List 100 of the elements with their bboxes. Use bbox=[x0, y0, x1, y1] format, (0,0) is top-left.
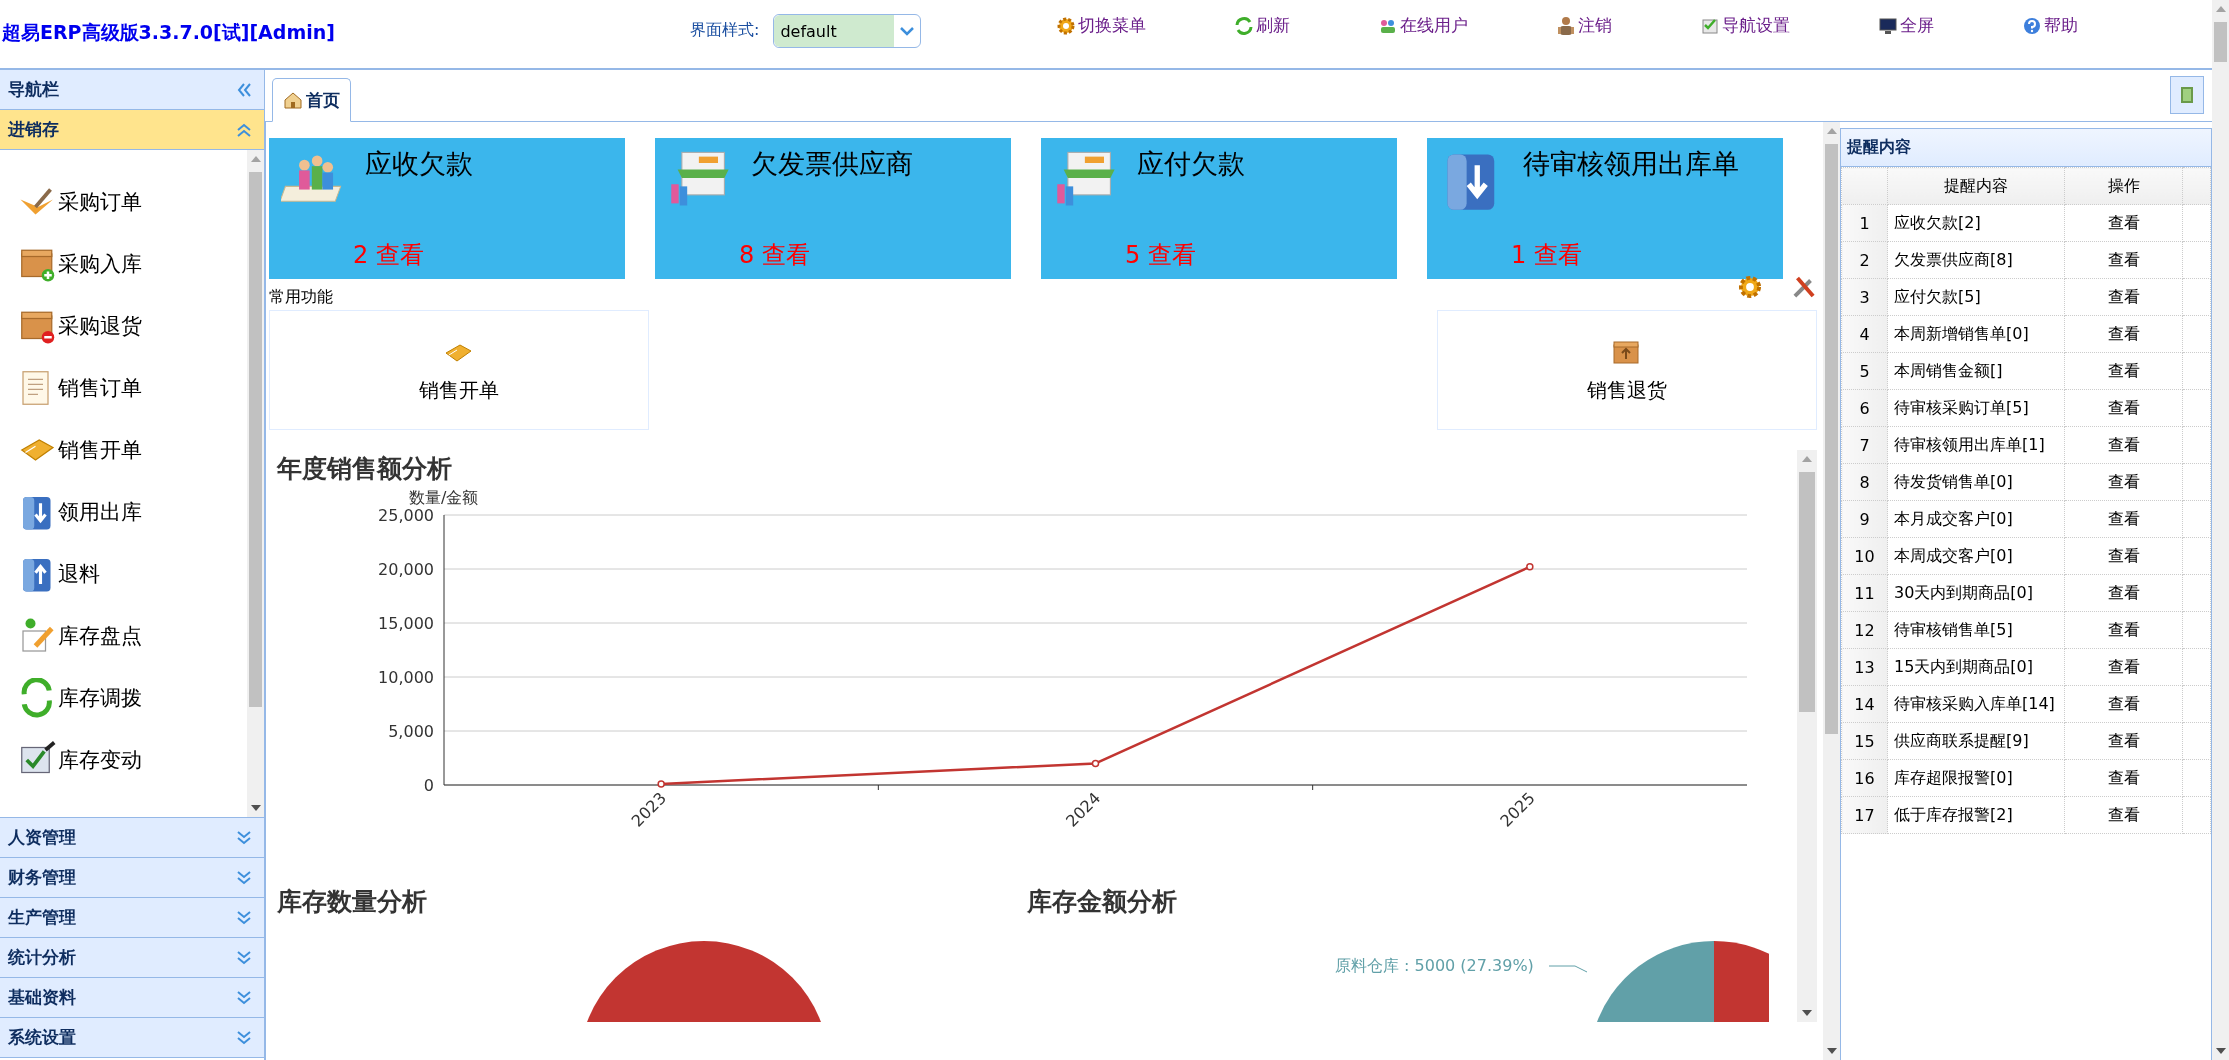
menu-item[interactable]: 库存盘点 bbox=[18, 614, 142, 658]
chevron-down-icon[interactable] bbox=[236, 989, 252, 1006]
column-header: 操作 bbox=[2064, 167, 2183, 205]
view-link[interactable]: 查看 bbox=[2107, 693, 2140, 713]
scroll-up-icon[interactable] bbox=[2215, 6, 2226, 12]
chevron-down-icon[interactable] bbox=[236, 1029, 252, 1046]
scrollbar-thumb[interactable] bbox=[249, 172, 262, 707]
scroll-down-icon[interactable] bbox=[1826, 1048, 1837, 1054]
scroll-up-icon[interactable] bbox=[250, 156, 261, 162]
scrollbar-thumb[interactable] bbox=[2214, 22, 2227, 62]
menu-item[interactable]: 采购订单 bbox=[18, 180, 142, 224]
shortcut-button[interactable]: 销售开单 bbox=[269, 310, 649, 430]
tab[interactable]: 首页 bbox=[272, 78, 351, 122]
collapse-icon[interactable] bbox=[236, 81, 252, 98]
card-title: 待审核领用出库单 bbox=[1523, 147, 1740, 181]
shortcut-button[interactable]: 销售退货 bbox=[1437, 310, 1817, 430]
view-link[interactable]: 查看 bbox=[2107, 286, 2140, 306]
row-number: 8 bbox=[1841, 463, 1888, 501]
chart-title: 年度销售额分析 bbox=[275, 453, 453, 485]
help-icon bbox=[2022, 15, 2043, 36]
scroll-down-icon[interactable] bbox=[1802, 1010, 1812, 1016]
section-title: 常用功能 bbox=[269, 287, 334, 308]
scroll-up-icon[interactable] bbox=[1802, 456, 1812, 462]
row-number: 14 bbox=[1841, 685, 1888, 723]
toolbar-button[interactable]: 全屏 bbox=[1878, 14, 1935, 37]
view-link[interactable]: 查看 bbox=[2107, 249, 2140, 269]
view-link[interactable]: 查看 bbox=[2107, 656, 2140, 676]
menu-item[interactable]: 销售开单 bbox=[18, 428, 142, 472]
section-header[interactable]: 进销存 bbox=[0, 110, 264, 150]
scrollbar[interactable] bbox=[2212, 0, 2229, 1060]
table-cell: 应收欠款[2] bbox=[1887, 204, 2065, 242]
gear-icon bbox=[1056, 15, 1077, 36]
scroll-down-icon[interactable] bbox=[2215, 1048, 2226, 1054]
section-header[interactable]: 基础资料 bbox=[0, 978, 264, 1018]
menu-item[interactable]: 库存调拨 bbox=[18, 676, 142, 720]
view-link[interactable]: 查看 bbox=[2107, 619, 2140, 639]
axis-tick-label: 25,000 bbox=[378, 506, 434, 525]
table-cell: 本周新增销售单[0] bbox=[1887, 315, 2065, 353]
axis-tick-label: 10,000 bbox=[378, 668, 434, 687]
view-link[interactable]: 查看 bbox=[2107, 434, 2140, 454]
view-link[interactable]: 查看 bbox=[2107, 767, 2140, 787]
scrollbar-thumb[interactable] bbox=[1799, 472, 1815, 712]
row-number: 10 bbox=[1841, 537, 1888, 575]
menu-item[interactable]: 领用出库 bbox=[18, 490, 142, 534]
menu-item[interactable]: 库存变动 bbox=[18, 738, 142, 782]
menu-item[interactable]: 退料 bbox=[18, 552, 100, 596]
menu-item[interactable]: 采购退货 bbox=[18, 304, 142, 348]
toolbar-button[interactable]: 导航设置 bbox=[1700, 14, 1791, 37]
view-link[interactable]: 查看 bbox=[2107, 804, 2140, 824]
row-number: 11 bbox=[1841, 574, 1888, 612]
scrollbar[interactable] bbox=[1823, 122, 1840, 1060]
row-number: 13 bbox=[1841, 648, 1888, 686]
toolbar-button[interactable]: 刷新 bbox=[1234, 14, 1291, 37]
view-link[interactable]: 查看 bbox=[2107, 508, 2140, 528]
view-link[interactable]: 查看 bbox=[2107, 471, 2140, 491]
chevron-down-icon[interactable] bbox=[236, 909, 252, 926]
person-icon bbox=[1556, 15, 1577, 36]
chevron-down-icon[interactable] bbox=[236, 869, 252, 886]
table-cell: 供应商联系提醒[9] bbox=[1887, 722, 2065, 760]
view-link[interactable]: 查看 bbox=[2107, 730, 2140, 750]
toolbar-button[interactable]: 切换菜单 bbox=[1056, 14, 1147, 37]
section-header[interactable]: 系统设置 bbox=[0, 1018, 264, 1058]
section-header[interactable]: 统计分析 bbox=[0, 938, 264, 978]
row-number: 12 bbox=[1841, 611, 1888, 649]
data-point bbox=[1526, 563, 1534, 571]
toolbar-button[interactable]: 在线用户 bbox=[1378, 14, 1469, 37]
scrollbar-thumb[interactable] bbox=[1825, 144, 1838, 734]
view-link[interactable]: 查看 bbox=[2107, 360, 2140, 380]
view-link[interactable]: 查看 bbox=[2107, 397, 2140, 417]
row-number: 6 bbox=[1841, 389, 1888, 427]
table-cell: 本周销售金额[] bbox=[1887, 352, 2065, 390]
style-select[interactable]: default bbox=[773, 14, 922, 48]
table-cell: 低于库存报警[2] bbox=[1887, 796, 2065, 834]
data-point bbox=[1091, 759, 1100, 768]
view-link[interactable]: 查看 bbox=[2107, 582, 2140, 602]
chevron-down-icon[interactable] bbox=[236, 829, 252, 846]
menu-item[interactable]: 采购入库 bbox=[18, 242, 142, 286]
card-title: 应收欠款 bbox=[365, 147, 474, 181]
chevron-up-icon[interactable] bbox=[236, 121, 252, 138]
scrollbar[interactable] bbox=[1797, 450, 1817, 1022]
toolbar-button[interactable]: 注销 bbox=[1556, 14, 1613, 37]
view-link[interactable]: 查看 bbox=[2107, 212, 2140, 232]
scroll-up-icon[interactable] bbox=[1826, 128, 1837, 134]
section-header[interactable]: 生产管理 bbox=[0, 898, 264, 938]
table-cell: 30天内到期商品[0] bbox=[1887, 574, 2065, 612]
app-title: 超易ERP高级版3.3.7.0[试][Admin] bbox=[1, 20, 336, 45]
section-header[interactable]: 财务管理 bbox=[0, 858, 264, 898]
axis-tick-label: 0 bbox=[423, 776, 434, 795]
toolbar-button[interactable]: 帮助 bbox=[2022, 14, 2079, 37]
tools-icon bbox=[1791, 274, 1817, 300]
row-number: 1 bbox=[1841, 204, 1888, 242]
exit-button[interactable] bbox=[2170, 76, 2204, 114]
section-header[interactable]: 人资管理 bbox=[0, 818, 264, 858]
chevron-down-icon[interactable] bbox=[236, 949, 252, 966]
scroll-down-icon[interactable] bbox=[250, 805, 261, 811]
menu-item[interactable]: 销售订单 bbox=[18, 366, 142, 410]
view-link[interactable]: 查看 bbox=[2107, 545, 2140, 565]
view-link[interactable]: 查看 bbox=[2107, 323, 2140, 343]
axis-tick-label: 15,000 bbox=[378, 614, 434, 633]
scrollbar[interactable] bbox=[247, 150, 264, 817]
